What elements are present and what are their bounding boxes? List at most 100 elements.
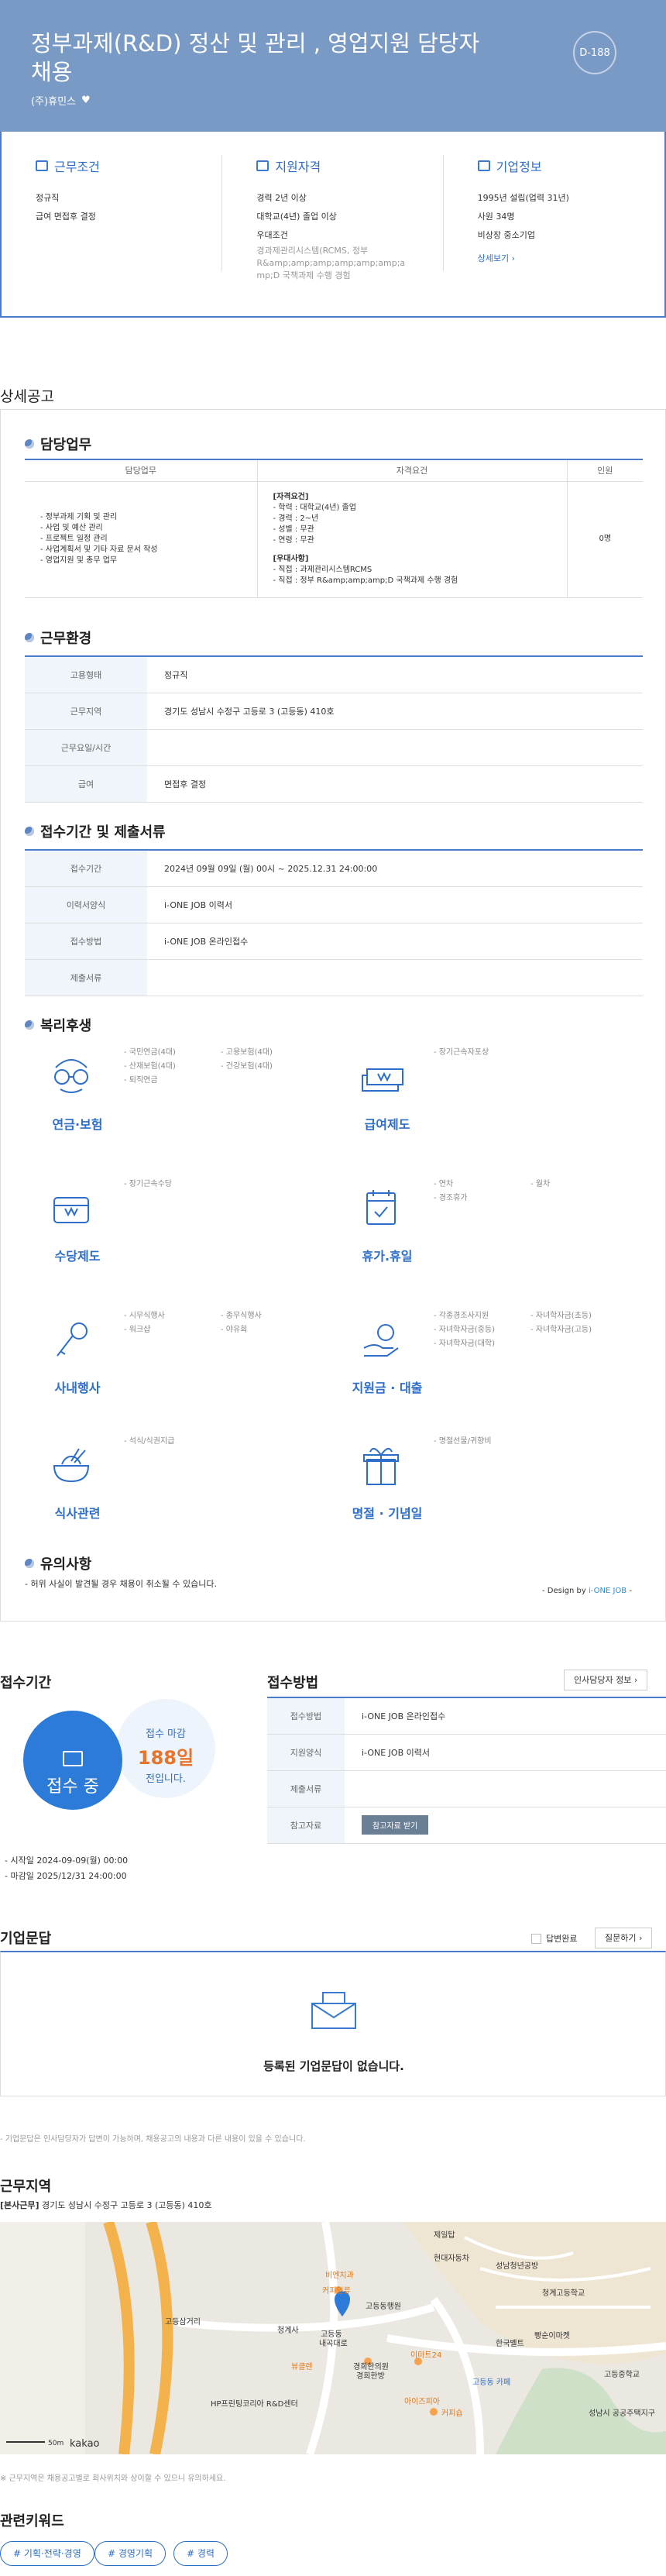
hand-coin-icon [363, 1324, 399, 1357]
benefit-name: 급여제도 [364, 1117, 410, 1132]
dday-badge: D-188 [573, 31, 616, 74]
benefit-item: 사내행사 - 시무식행사 - 종무식행사 - 워크샵 - 야유회 [25, 1309, 335, 1449]
benefit-list: - 연차 - 월차 - 경조휴가 [434, 1180, 551, 1202]
rice-bowl-icon [53, 1448, 90, 1483]
benefit-list: - 명절선물/귀향비 [434, 1437, 492, 1446]
job-header: 정부과제(R&D) 정산 및 관리 , 영업지원 담당자 채용 (주)휴민스 ♥… [0, 0, 666, 132]
deadline-ring: 접수 마감 188일 전입니다. [116, 1699, 215, 1798]
keyword-tag[interactable]: # 경영기획 [94, 2541, 166, 2566]
summary-value: 비상장 중소기업 [477, 230, 535, 240]
row-label: 지원양식 [267, 1734, 345, 1771]
summary-value: 경력 2년 이상 [256, 193, 307, 203]
keyword-tag[interactable]: # 경력 [173, 2541, 228, 2566]
benefit-item: 지원금 · 대출 - 각종경조사지원 - 자녀학자금(초등) - 자녀학자금(중등)… [335, 1309, 644, 1449]
map-label: HP프린팅코리아 R&D센터 [211, 2399, 298, 2409]
heart-icon[interactable]: ♥ [81, 95, 91, 106]
start-date: - 시작일 2024-09-09(월) 00:00 [5, 1855, 129, 1866]
benefit-name: 지원금 · 대출 [352, 1381, 423, 1395]
map[interactable]: 고등삼거리 청계사 고등동 내곡대로 고등동행원 HP프린팅코리아 R&D센터 … [0, 2222, 666, 2454]
benefit-name: 휴가.휴일 [362, 1249, 413, 1264]
row-value: i-ONE JOB 이력서 [147, 886, 643, 923]
kakao-logo: kakao [70, 2438, 100, 2450]
days-left: 188일 [137, 1747, 194, 1769]
qualification: 지원자격 경력 2년 이상 대학교(4년) 졸업 이상 우대조건 경과제관리시스… [222, 132, 444, 316]
address-line: [본사근무] 경기도 성남시 수정구 고등로 3 (고등동) 410호 [0, 2200, 212, 2210]
benefit-item: 수당제도 - 장기근속수당 [25, 1178, 335, 1317]
row-value: 2024년 09월 09일 (월) 00시 ~ 2025.12.31 24:00… [147, 850, 643, 887]
summary-note: 경과제관리시스템(RCMS, 정부 [256, 246, 369, 256]
row-value [147, 729, 643, 766]
row-value [147, 959, 643, 996]
company-detail-link[interactable]: 상세보기 › [478, 249, 664, 268]
row-label: 참고자료 [267, 1807, 345, 1844]
job-title: 정부과제(R&D) 정산 및 관리 , 영업지원 담당자 채용 [31, 30, 480, 85]
end-date: - 마감일 2025/12/31 24:00:00 [5, 1871, 127, 1881]
empty-message: 등록된 기업문답이 없습니다. [263, 2059, 404, 2073]
glasses-icon [54, 1059, 88, 1093]
benefit-item: 연금·보험 - 국민연금(4대) - 고용보험(4대) - 산재보험(4대) - 건강… [25, 1046, 335, 1185]
row-label: 이력서양식 [25, 886, 147, 923]
map-label: 성남시 공공주택지구 [589, 2409, 655, 2418]
benefit-name: 명절 · 기념일 [352, 1506, 423, 1521]
map-label: 현대자동차 [434, 2254, 469, 2263]
benefit-name: 수당제도 [54, 1249, 101, 1264]
row-value [345, 1770, 666, 1807]
row-label: 고용형태 [25, 656, 147, 693]
map-scale: 50m [48, 2440, 64, 2447]
summary-value: 우대조건 [256, 230, 288, 240]
map-label: 빵순이마켓 [534, 2331, 570, 2340]
calendar-icon [366, 1190, 396, 1225]
row-value: 정규직 [147, 656, 643, 693]
company-name[interactable]: (주)휴민스 [31, 93, 76, 108]
mic-icon [57, 1322, 88, 1357]
row-value: i-ONE JOB 이력서 [345, 1734, 666, 1771]
status-circle: 접수 중 [23, 1711, 122, 1810]
method-heading: 접수방법 [267, 1675, 319, 1691]
ask-question-button[interactable]: 질문하기 › [595, 1928, 653, 1948]
job-summary: 근무조건 정규직 급여 면접후 결정 지원자격 경력 2년 이상 대학교(4년)… [0, 132, 666, 318]
keyword-tag[interactable]: # 기획·전략·경영 [0, 2541, 94, 2566]
row-value: 면접후 결정 [147, 765, 643, 803]
map-label: 제일탑 [434, 2230, 455, 2240]
download-reference-button[interactable]: 참고자료 받기 [362, 1815, 429, 1835]
summary-value: 정규직 [36, 193, 60, 203]
map-label: 한국벨트 [496, 2339, 524, 2348]
money-icon [362, 1068, 403, 1092]
location-heading: 근무지역 [0, 2179, 52, 2195]
map-label: 청계고등학교 [542, 2289, 585, 2298]
keyword-heading: 관련키워드 [0, 2513, 64, 2530]
map-label: 청계사 [277, 2326, 299, 2335]
benefit-item: 휴가.휴일 - 연차 - 월차 - 경조휴가 [335, 1178, 644, 1317]
benefit-list: - 장기근속자포상 [434, 1048, 489, 1057]
method-table: 접수방법 i-ONE JOB 온라인접수 지원양식 i-ONE JOB 이력서 제출… [267, 1697, 666, 1844]
apply-heading: 접수기간 및 제출서류 [25, 821, 666, 841]
map-label: 경희한방 [356, 2371, 385, 2381]
map-label: 고등중학교 [604, 2370, 640, 2379]
benefit-heading: 복리후생 [25, 1015, 666, 1035]
answered-filter[interactable]: 답변완료 [531, 1932, 577, 1945]
hr-info-button[interactable]: 인사담당자 정보 › [564, 1670, 648, 1690]
row-label: 제출서류 [267, 1770, 345, 1807]
map-label: 성남청년공방 [496, 2261, 538, 2271]
gift-icon [363, 1447, 399, 1485]
work-condition: 근무조건 정규직 급여 면접후 결정 [2, 132, 223, 316]
summary-heading: 기업정보 [496, 160, 542, 174]
building-icon [36, 160, 48, 171]
qa-empty-box: 등록된 기업문답이 없습니다. [0, 1951, 666, 2096]
benefit-name: 식사관련 [54, 1506, 101, 1521]
checkbox[interactable] [531, 1933, 541, 1944]
location-note: ※ 근무지역은 채용공고별로 회사위치와 상이할 수 있으니 유의하세요. [0, 2475, 226, 2483]
company-name-row[interactable]: (주)휴민스 ♥ [31, 93, 91, 108]
map-canvas[interactable]: 고등삼거리 청계사 고등동 내곡대로 고등동행원 HP프린팅코리아 R&D센터 … [0, 2222, 666, 2454]
duty-table: 담당업무 자격요건 인원 - 정부과제 기획 및 관리 - 사업 및 예산 관리 -… [25, 459, 643, 598]
row-label: 근무지역 [25, 693, 147, 730]
company-icon [477, 160, 490, 171]
period-heading: 접수기간 [0, 1675, 52, 1691]
bullet-icon [25, 1020, 34, 1030]
map-label: 커피숍 [441, 2409, 463, 2418]
bullet-icon [25, 827, 34, 836]
summary-heading: 지원자격 [275, 160, 321, 174]
row-label: 급여 [25, 765, 147, 803]
company-info: 기업정보 1995년 설립(업력 31년) 사원 34명 비상장 중소기업 상세… [444, 132, 664, 316]
row-value: i-ONE JOB 온라인접수 [345, 1697, 666, 1735]
